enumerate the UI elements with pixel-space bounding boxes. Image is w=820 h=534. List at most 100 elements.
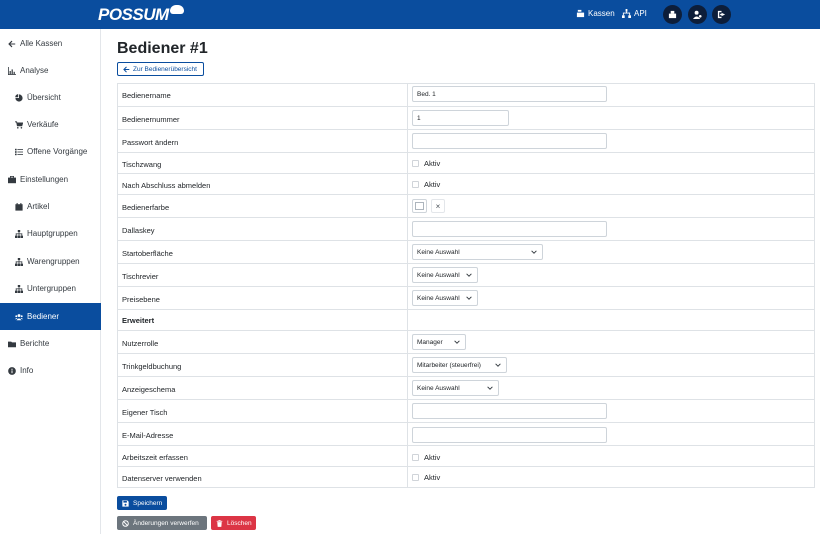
register-button[interactable]: [663, 5, 682, 24]
table-row: Nach Abschluss abmelden Aktiv: [118, 173, 814, 194]
select-value: Mitarbeiter (steuerfrei): [417, 361, 481, 369]
checkbox-label: Aktiv: [424, 473, 441, 482]
sidebar-item-label: Einstellungen: [20, 175, 69, 184]
sidebar-item-einstellungen[interactable]: Einstellungen: [0, 166, 101, 193]
possum-logo[interactable]: POSSUM: [98, 5, 184, 25]
sidebar-item-label: Verkäufe: [27, 120, 59, 129]
preisebene-select[interactable]: Keine Auswahl: [412, 290, 478, 306]
users-icon: [15, 313, 23, 320]
tischrevier-select[interactable]: Keine Auswahl: [412, 267, 478, 283]
select-value: Keine Auswahl: [417, 294, 460, 302]
sidebar-item-artikel[interactable]: Artikel: [0, 193, 101, 220]
table-row: Tischrevier Keine Auswahl: [118, 263, 814, 286]
sidebar-item-offene-vorgaenge[interactable]: Offene Vorgänge: [0, 138, 101, 165]
sitemap-icon: [15, 284, 23, 293]
color-swatch: [415, 202, 424, 210]
table-row: Preisebene Keine Auswahl: [118, 286, 814, 309]
logout-after-checkbox[interactable]: Aktiv: [412, 180, 440, 189]
arrow-left-icon: [123, 66, 130, 72]
field-label: Nach Abschluss abmelden: [122, 181, 211, 190]
sidebar-item-info[interactable]: Info: [0, 357, 101, 384]
cash-register-icon: [576, 9, 585, 18]
checkbox-box[interactable]: [412, 454, 419, 461]
page-title: Bediener #1: [117, 40, 208, 57]
trash-icon: [216, 519, 223, 527]
sidebar-item-label: Offene Vorgänge: [27, 147, 88, 156]
trinkgeld-select[interactable]: Mitarbeiter (steuerfrei): [412, 357, 507, 373]
sign-out-icon: [717, 10, 726, 19]
sidebar-item-verkaeufe[interactable]: Verkäufe: [0, 111, 101, 138]
save-button[interactable]: Speichern: [117, 496, 167, 510]
back-to-overview-button[interactable]: Zur Bedienerübersicht: [117, 62, 204, 76]
number-input[interactable]: 1: [412, 110, 509, 126]
field-label: Anzeigeschema: [122, 385, 176, 394]
sitemap-icon: [15, 229, 23, 238]
table-row: E-Mail-Adresse: [118, 422, 814, 445]
discard-changes-button[interactable]: Änderungen verwerfen: [117, 516, 207, 530]
chevron-down-icon: [495, 363, 501, 367]
table-row: Tischzwang Aktiv: [118, 152, 814, 173]
checkbox-box[interactable]: [412, 474, 419, 481]
anzeigeschema-select[interactable]: Keine Auswahl: [412, 380, 499, 396]
sidebar-item-label: Artikel: [27, 202, 50, 211]
tischzwang-checkbox[interactable]: Aktiv: [412, 159, 440, 168]
table-row: Bedienerfarbe ×: [118, 194, 814, 217]
sidebar-item-alle-kassen[interactable]: Alle Kassen: [0, 30, 101, 57]
table-row: Dallaskey: [118, 217, 814, 240]
select-value: Keine Auswahl: [417, 248, 460, 256]
arbeitszeit-checkbox[interactable]: Aktiv: [412, 453, 440, 462]
select-value: Keine Auswahl: [417, 384, 460, 392]
color-picker[interactable]: [412, 199, 427, 213]
table-row: Passwort ändern: [118, 129, 814, 152]
settings-table: Bedienername Bed. 1 Bedienernummer 1 Pas…: [117, 83, 815, 488]
password-input[interactable]: [412, 133, 607, 149]
eigener-tisch-input[interactable]: [412, 403, 607, 419]
table-row: Anzeigeschema Keine Auswahl: [118, 376, 814, 399]
sidebar-item-untergruppen[interactable]: Untergruppen: [0, 275, 101, 302]
api-link[interactable]: API: [622, 9, 647, 18]
pie-icon: [15, 93, 23, 102]
field-label: Dallaskey: [122, 226, 155, 235]
chevron-down-icon: [531, 250, 537, 254]
list-icon: [15, 148, 23, 155]
checkbox-box[interactable]: [412, 181, 419, 188]
table-row: Eigener Tisch: [118, 399, 814, 422]
datenserver-checkbox[interactable]: Aktiv: [412, 473, 440, 482]
name-input[interactable]: Bed. 1: [412, 86, 607, 102]
sidebar-item-label: Berichte: [20, 339, 50, 348]
field-label: Trinkgeldbuchung: [122, 362, 182, 371]
sidebar-item-label: Hauptgruppen: [27, 229, 78, 238]
field-label: Bedienername: [122, 91, 171, 100]
logout-button[interactable]: [712, 5, 731, 24]
folder-icon: [8, 341, 16, 347]
nutzerrolle-select[interactable]: Manager: [412, 334, 466, 350]
field-label: Bedienerfarbe: [122, 203, 170, 212]
kassen-link[interactable]: Kassen: [576, 9, 615, 18]
sidebar-item-hauptgruppen[interactable]: Hauptgruppen: [0, 220, 101, 247]
chevron-down-icon: [466, 273, 472, 277]
checkbox-label: Aktiv: [424, 159, 441, 168]
table-row: Nutzerrolle Manager: [118, 330, 814, 353]
kassen-label: Kassen: [588, 9, 615, 18]
table-row: Bedienername Bed. 1: [118, 84, 814, 106]
sidebar-item-label: Bediener: [27, 312, 60, 321]
sidebar-item-analyse[interactable]: Analyse: [0, 57, 101, 84]
delete-label: Löschen: [227, 519, 252, 527]
sidebar-item-berichte[interactable]: Berichte: [0, 330, 101, 357]
chevron-down-icon: [466, 296, 472, 300]
field-label: E-Mail-Adresse: [122, 431, 174, 440]
dallaskey-input[interactable]: [412, 221, 607, 237]
startoberflaeche-select[interactable]: Keine Auswahl: [412, 244, 543, 260]
sidebar-item-bediener[interactable]: Bediener: [0, 303, 101, 330]
user-settings-button[interactable]: [688, 5, 707, 24]
sidebar-item-uebersicht[interactable]: Übersicht: [0, 84, 101, 111]
checkbox-label: Aktiv: [424, 453, 441, 462]
field-label: Preisebene: [122, 295, 160, 304]
ban-icon: [122, 519, 129, 527]
email-field[interactable]: [412, 427, 607, 443]
back-button-label: Zur Bedienerübersicht: [133, 65, 197, 73]
clear-color-button[interactable]: ×: [431, 199, 445, 213]
delete-button[interactable]: Löschen: [211, 516, 256, 530]
checkbox-box[interactable]: [412, 160, 419, 167]
sidebar-item-warengruppen[interactable]: Warengruppen: [0, 248, 101, 275]
